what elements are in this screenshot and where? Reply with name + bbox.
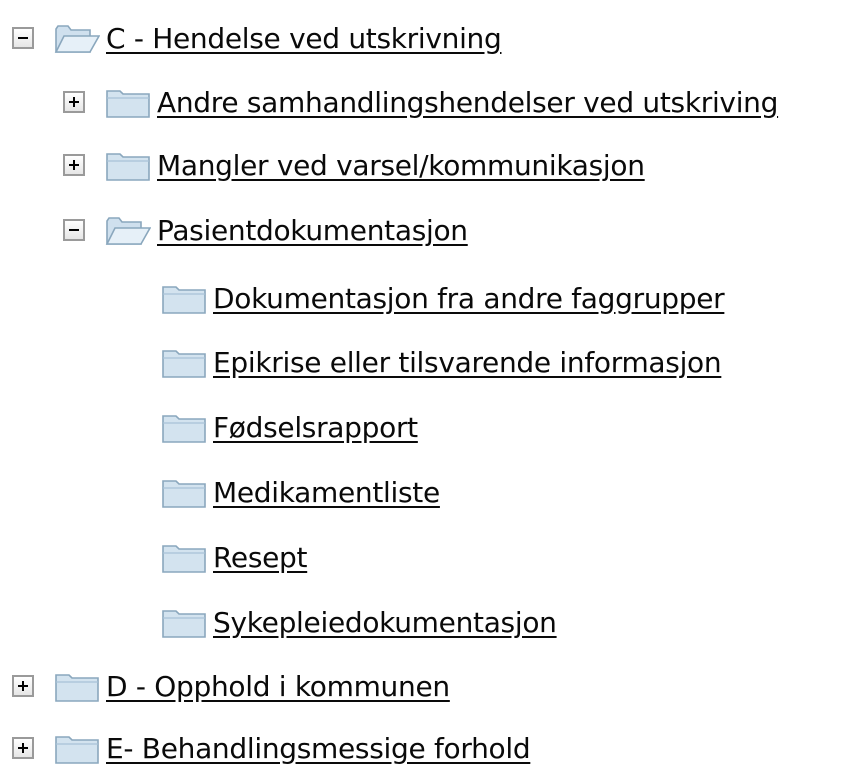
tree-node-d-opphold-i-kommunen: D - Opphold i kommunen xyxy=(12,656,450,716)
folder-closed-icon xyxy=(162,286,206,314)
expand-toggle-icon[interactable] xyxy=(63,154,85,176)
tree-node-label[interactable]: Pasientdokumentasjon xyxy=(157,214,468,247)
tree-node-e-behandlingsmessige-forhold: E- Behandlingsmessige forhold xyxy=(12,718,531,778)
expand-toggle-icon[interactable] xyxy=(12,675,34,697)
tree-node-medikamentliste: Medikamentliste xyxy=(161,462,440,522)
tree-node-dokumentasjon-fra-andre-faggrupper: Dokumentasjon fra andre faggrupper xyxy=(161,268,725,328)
folder-closed-icon xyxy=(162,480,206,508)
tree-node-label[interactable]: C - Hendelse ved utskrivning xyxy=(106,22,502,55)
tree-node-label[interactable]: Epikrise eller tilsvarende informasjon xyxy=(213,346,722,379)
collapse-toggle-icon[interactable] xyxy=(12,27,34,49)
tree-node-fodselsrapport: Fødselsrapport xyxy=(161,397,418,457)
tree-node-label[interactable]: Fødselsrapport xyxy=(213,411,418,444)
tree-node-label[interactable]: Resept xyxy=(213,541,308,574)
tree-node-label[interactable]: D - Opphold i kommunen xyxy=(106,670,450,703)
folder-closed-icon xyxy=(106,153,150,181)
folder-open-icon xyxy=(105,217,151,245)
tree-node-label[interactable]: Andre samhandlingshendelser ved utskrivi… xyxy=(157,86,778,119)
tree-node-label[interactable]: Medikamentliste xyxy=(213,476,440,509)
tree-node-sykepleiedokumentasjon: Sykepleiedokumentasjon xyxy=(161,592,557,652)
folder-closed-icon xyxy=(162,415,206,443)
tree-node-label[interactable]: Mangler ved varsel/kommunikasjon xyxy=(157,149,645,182)
folder-closed-icon xyxy=(162,545,206,573)
folder-closed-icon xyxy=(55,736,99,764)
tree-node-epikrise: Epikrise eller tilsvarende informasjon xyxy=(161,332,722,392)
tree-node-mangler-ved-varsel: Mangler ved varsel/kommunikasjon xyxy=(63,135,645,195)
folder-tree: C - Hendelse ved utskrivning Andre samha… xyxy=(0,0,867,769)
folder-closed-icon xyxy=(162,610,206,638)
expand-toggle-icon[interactable] xyxy=(12,737,34,759)
tree-node-pasientdokumentasjon: Pasientdokumentasjon xyxy=(63,200,468,260)
folder-closed-icon xyxy=(106,90,150,118)
tree-node-c-hendelse-ved-utskrivning: C - Hendelse ved utskrivning xyxy=(12,8,502,68)
expand-toggle-icon[interactable] xyxy=(63,91,85,113)
tree-node-label[interactable]: E- Behandlingsmessige forhold xyxy=(106,732,531,765)
folder-open-icon xyxy=(54,25,100,53)
folder-closed-icon xyxy=(55,674,99,702)
tree-node-label[interactable]: Sykepleiedokumentasjon xyxy=(213,606,557,639)
collapse-toggle-icon[interactable] xyxy=(63,219,85,241)
folder-closed-icon xyxy=(162,350,206,378)
tree-node-label[interactable]: Dokumentasjon fra andre faggrupper xyxy=(213,282,725,315)
tree-node-resept: Resept xyxy=(161,527,308,587)
tree-node-andre-samhandlingshendelser: Andre samhandlingshendelser ved utskrivi… xyxy=(63,72,778,132)
